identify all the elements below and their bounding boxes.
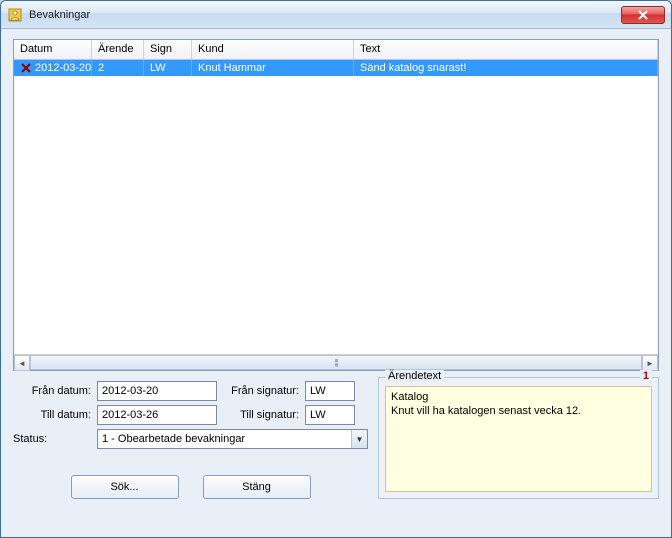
content-area: Datum Ärende Sign Kund Text 2012-03-20 xyxy=(1,29,671,537)
arende-panel: Ärendetext 1 Katalog Knut vill ha katalo… xyxy=(378,377,659,499)
scroll-track[interactable]: ¦¦¦ xyxy=(30,355,642,370)
titlebar: Bevakningar xyxy=(1,1,671,29)
col-header-sign[interactable]: Sign xyxy=(144,40,192,59)
close-icon xyxy=(638,10,648,20)
chevron-down-icon[interactable]: ▼ xyxy=(351,430,367,448)
delete-row-icon xyxy=(20,62,32,74)
cell-datum-text: 2012-03-20 xyxy=(35,62,91,74)
cell-sign: LW xyxy=(144,60,192,76)
table-header-row: Datum Ärende Sign Kund Text xyxy=(14,40,658,60)
status-label: Status: xyxy=(13,433,93,445)
cell-arende: 2 xyxy=(92,60,144,76)
table-body: 2012-03-20 2 LW Knut Hammar Sänd katalog… xyxy=(14,60,658,354)
scroll-right-button[interactable]: ► xyxy=(642,355,658,371)
from-date-label: Från datum: xyxy=(13,385,93,397)
to-date-input[interactable] xyxy=(97,405,217,425)
to-date-label: Till datum: xyxy=(13,409,93,421)
search-button[interactable]: Sök... xyxy=(71,475,179,499)
arende-count: 1 xyxy=(640,370,652,382)
col-header-kund[interactable]: Kund xyxy=(192,40,354,59)
cell-datum: 2012-03-20 xyxy=(14,60,92,76)
table: Datum Ärende Sign Kund Text 2012-03-20 xyxy=(13,39,659,371)
status-select[interactable]: ▼ xyxy=(97,429,368,449)
cell-text: Sänd katalog snarast! xyxy=(354,60,658,76)
col-header-text[interactable]: Text xyxy=(354,40,658,59)
scroll-thumb[interactable]: ¦¦¦ xyxy=(30,355,642,370)
close-window-button[interactable] xyxy=(621,6,665,24)
button-row: Sök... Stäng xyxy=(13,475,368,499)
app-icon xyxy=(7,7,23,23)
filters-panel: Från datum: Från signatur: Till datum: T… xyxy=(13,381,368,499)
to-signature-label: Till signatur: xyxy=(221,409,301,421)
close-button[interactable]: Stäng xyxy=(203,475,311,499)
table-row[interactable]: 2012-03-20 2 LW Knut Hammar Sänd katalog… xyxy=(14,60,658,76)
window-title: Bevakningar xyxy=(29,9,621,21)
arende-text: Katalog Knut vill ha katalogen senast ve… xyxy=(385,386,652,492)
to-signature-input[interactable] xyxy=(305,405,355,425)
col-header-datum[interactable]: Datum xyxy=(14,40,92,59)
col-header-arende[interactable]: Ärende xyxy=(92,40,144,59)
from-signature-label: Från signatur: xyxy=(221,385,301,397)
scroll-left-button[interactable]: ◄ xyxy=(14,355,30,371)
status-value[interactable] xyxy=(97,429,368,449)
arende-legend: Ärendetext xyxy=(385,370,444,382)
window: Bevakningar Datum Ärende Sign Kund Text xyxy=(0,0,672,538)
horizontal-scrollbar[interactable]: ◄ ¦¦¦ ► xyxy=(14,354,658,370)
from-signature-input[interactable] xyxy=(305,381,355,401)
from-date-input[interactable] xyxy=(97,381,217,401)
lower-panel: Från datum: Från signatur: Till datum: T… xyxy=(13,381,659,499)
cell-kund: Knut Hammar xyxy=(192,60,354,76)
